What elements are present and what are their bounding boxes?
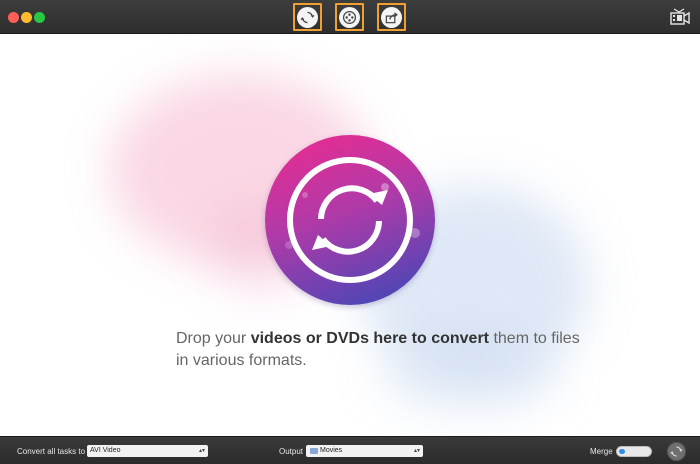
share-icon (385, 11, 398, 23)
format-select-value: AVI Video (90, 447, 121, 454)
folder-icon (310, 448, 318, 454)
format-select[interactable]: AVI Video ▴▾ (87, 445, 208, 457)
title-bar (0, 0, 700, 34)
merge-label: Merge (590, 447, 613, 456)
merge-toggle-fill (619, 449, 625, 454)
select-arrows-icon: ▴▾ (198, 448, 205, 454)
merge-toggle[interactable] (616, 446, 652, 457)
output-label: Output (279, 447, 304, 456)
share-tool-button[interactable] (377, 3, 406, 31)
media-browser-icon[interactable] (670, 8, 690, 26)
convert-icon (300, 11, 315, 23)
burn-tool-button[interactable] (335, 3, 364, 31)
convert-tool-button[interactable] (293, 3, 322, 31)
maximize-window-button[interactable] (34, 12, 45, 23)
output-select-value: Movies (320, 447, 343, 454)
close-window-button[interactable] (8, 12, 19, 23)
convert-icon (670, 446, 683, 457)
bottom-bar: Convert all tasks to AVI Video ▴▾ Output… (0, 436, 700, 464)
minimize-window-button[interactable] (21, 12, 32, 23)
burn-icon (342, 10, 357, 24)
select-arrows-icon: ▴▾ (413, 448, 420, 454)
convert-hero-icon (265, 135, 435, 305)
drop-instructions: Drop your videos or DVDs here to convert… (176, 330, 580, 369)
start-convert-button[interactable] (667, 442, 686, 461)
output-folder-select[interactable]: Movies ▴▾ (306, 445, 423, 457)
drop-zone[interactable]: Drop your videos or DVDs here to convert… (0, 35, 700, 436)
convert-all-label: Convert all tasks to (17, 447, 86, 456)
